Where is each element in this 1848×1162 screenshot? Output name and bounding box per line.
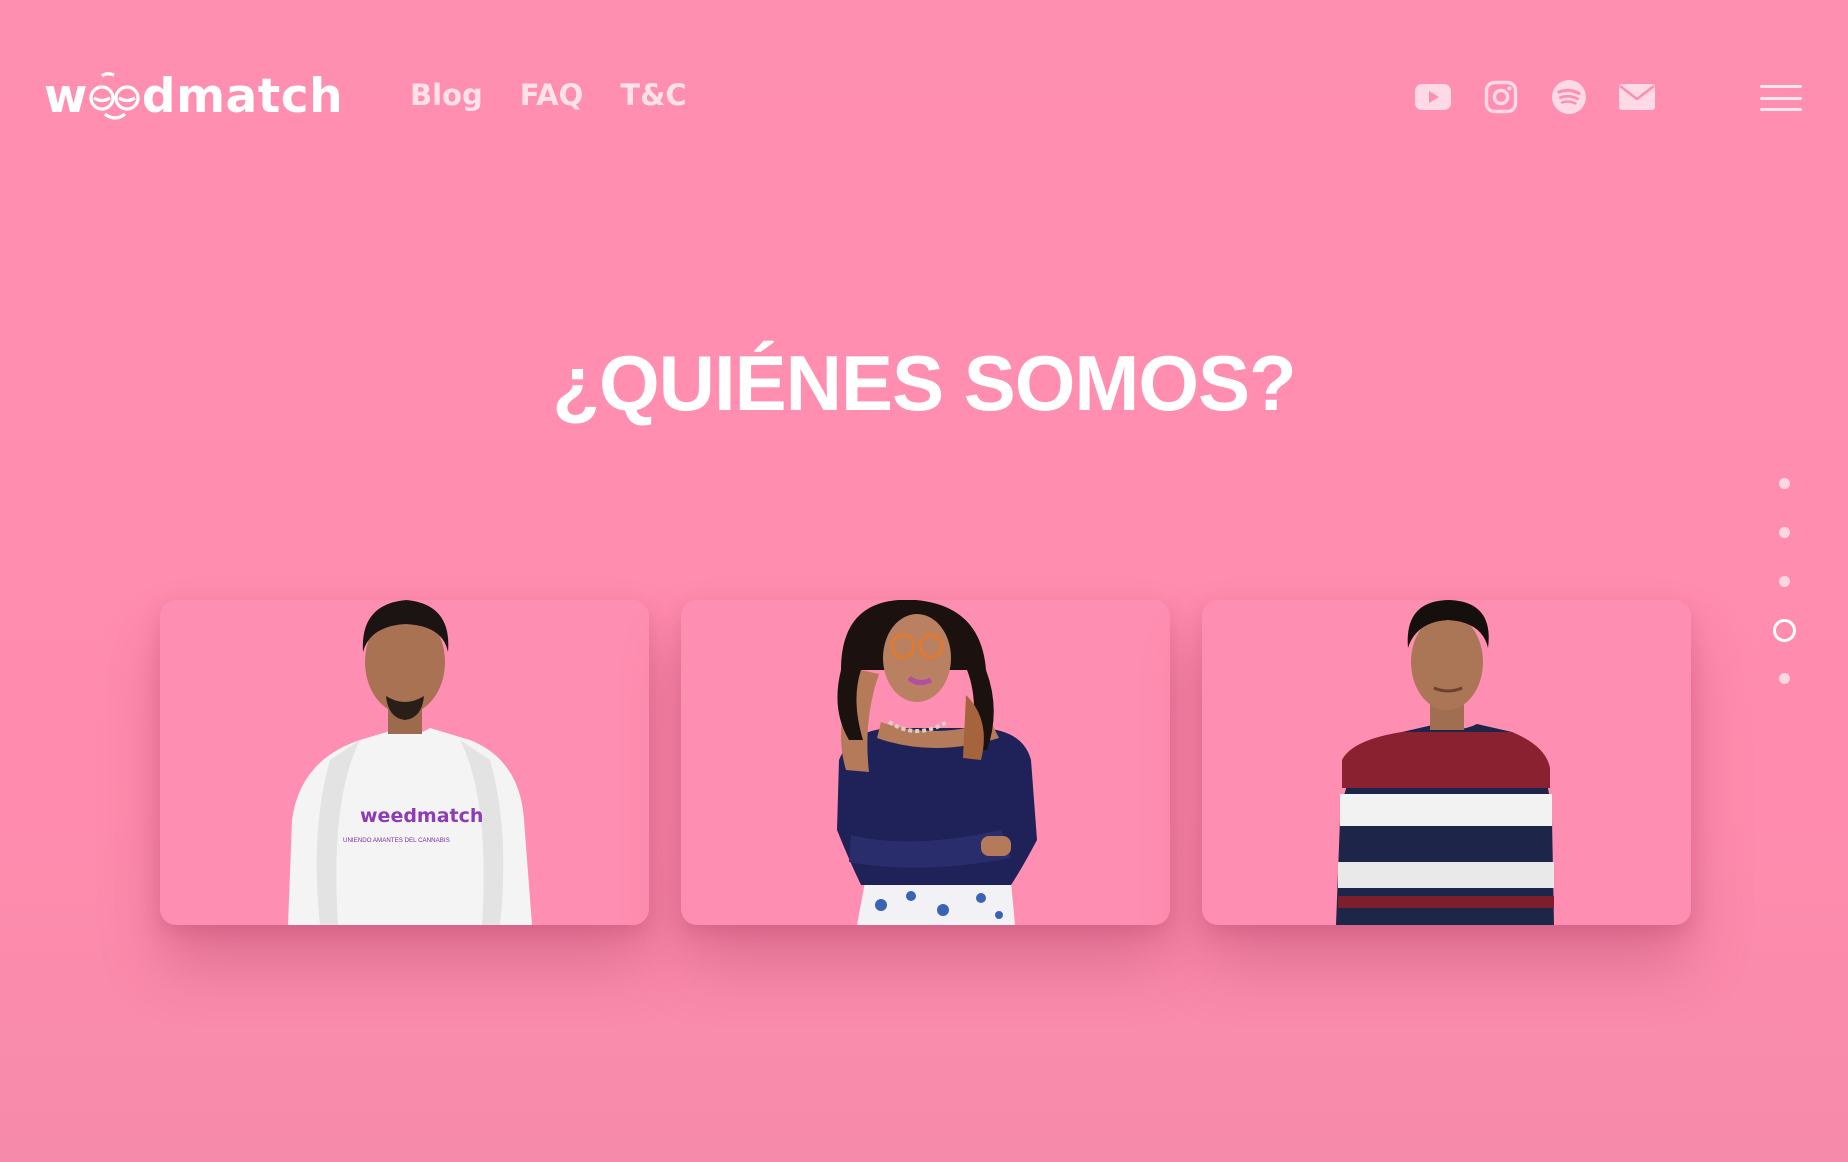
hamburger-menu-icon[interactable] <box>1760 82 1802 114</box>
spotify-icon[interactable] <box>1550 78 1588 116</box>
pagination-dot[interactable] <box>1779 576 1790 587</box>
pagination-dot-active[interactable] <box>1773 619 1796 642</box>
instagram-icon[interactable] <box>1482 78 1520 116</box>
team-member-photo: weedmatch UNIENDO AMANTES DEL CANNABIS <box>288 600 532 925</box>
menu-line <box>1760 108 1802 111</box>
team-member-photo <box>837 600 1037 925</box>
weedmatch-logo[interactable]: w dmatch <box>44 66 343 126</box>
menu-line <box>1760 96 1802 100</box>
menu-line <box>1760 85 1802 88</box>
shirt-logo: weedmatch <box>360 805 483 827</box>
shirt-tagline: UNIENDO AMANTES DEL CANNABIS <box>343 837 450 844</box>
nav-link-terms[interactable]: T&C <box>620 78 686 112</box>
pagination-dot[interactable] <box>1779 527 1790 538</box>
team-member-card[interactable] <box>681 600 1170 925</box>
team-member-photo <box>1336 600 1554 925</box>
logo-suffix: dmatch <box>141 68 344 124</box>
main-nav: Blog FAQ T&C <box>410 78 687 112</box>
nav-link-faq[interactable]: FAQ <box>520 78 584 112</box>
pagination-dot[interactable] <box>1779 478 1790 489</box>
team-member-card[interactable] <box>1202 600 1691 925</box>
mail-icon[interactable] <box>1618 78 1656 116</box>
page: w dmatch Blog FAQ T&C ¿QUIÉNES SOMOS? we… <box>0 0 1848 1162</box>
nav-link-blog[interactable]: Blog <box>410 78 483 112</box>
section-title: ¿QUIÉNES SOMOS? <box>552 339 1296 427</box>
pagination-dot[interactable] <box>1779 673 1790 684</box>
logo-prefix: w <box>44 68 88 124</box>
youtube-icon[interactable] <box>1414 78 1452 116</box>
team-cards: weedmatch UNIENDO AMANTES DEL CANNABIS <box>160 600 1691 925</box>
logo-eyes-icon <box>89 70 141 122</box>
team-member-card[interactable]: weedmatch UNIENDO AMANTES DEL CANNABIS <box>160 600 649 925</box>
social-links <box>1414 78 1656 116</box>
